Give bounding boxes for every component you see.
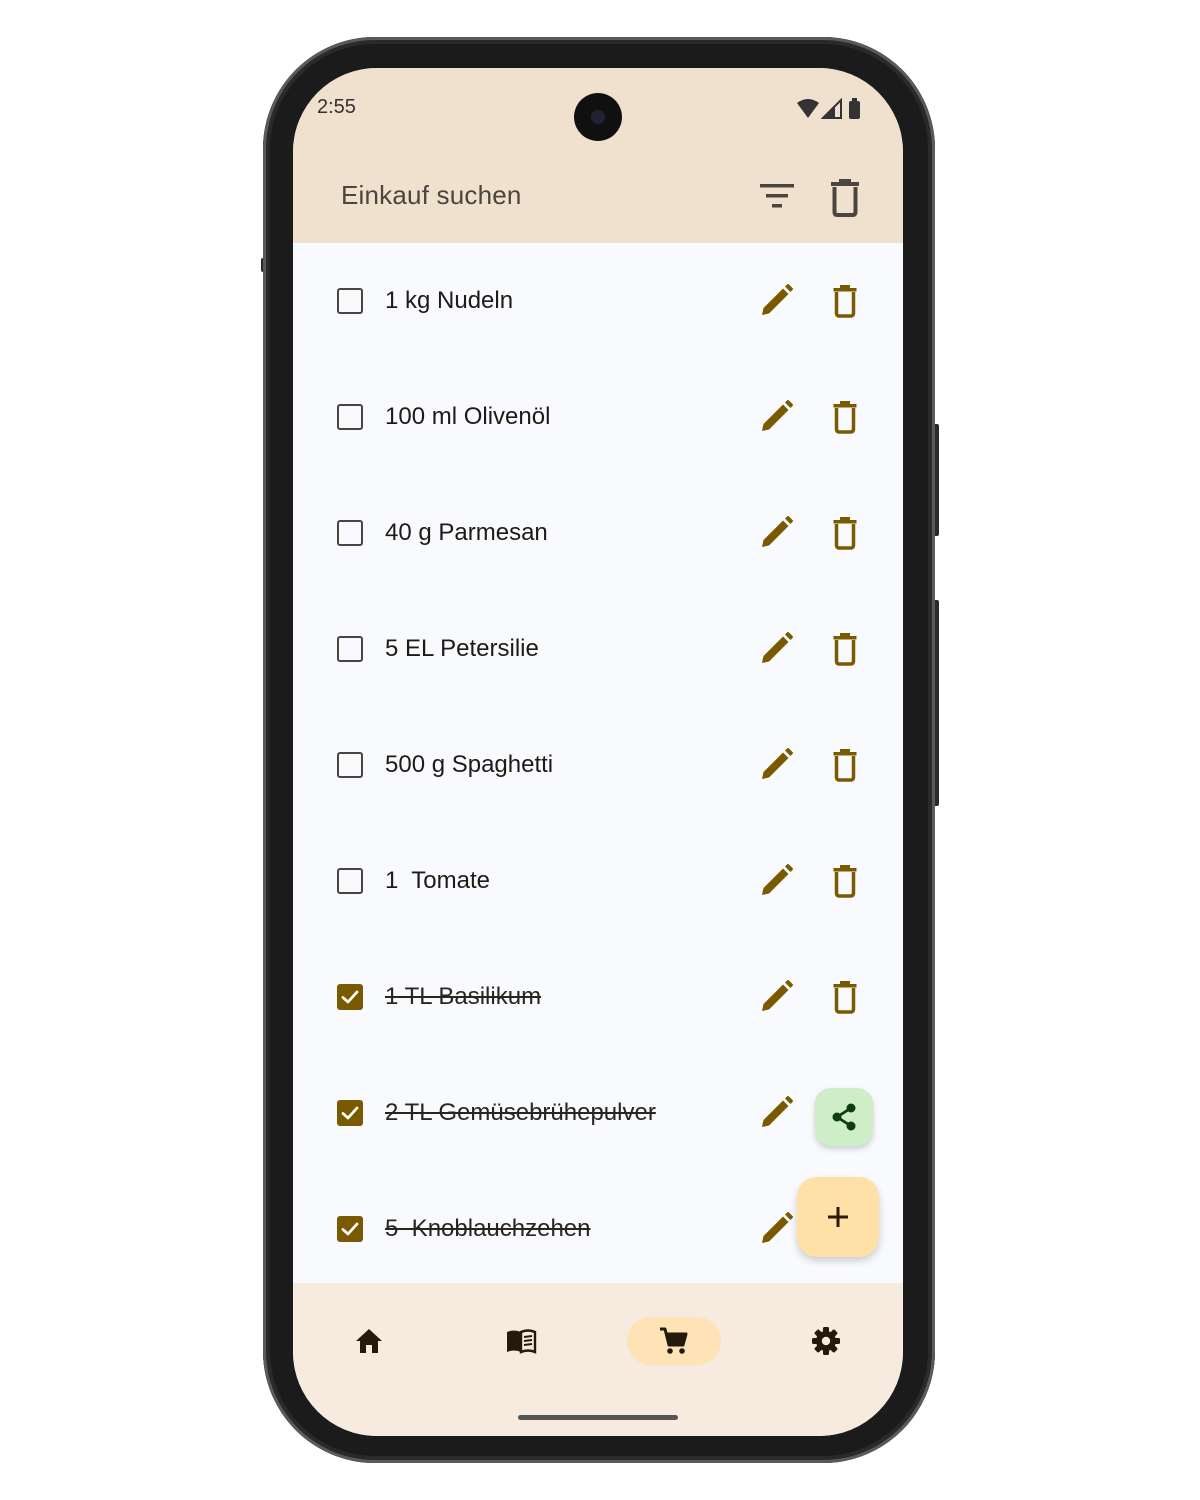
pencil-icon [762, 1212, 793, 1243]
list-item: 2 TL Gemüsebrühepulver [293, 1055, 903, 1171]
item-checkbox[interactable] [337, 868, 363, 894]
front-camera [574, 93, 622, 141]
bottom-navigation [293, 1283, 903, 1436]
pencil-icon [762, 516, 793, 547]
add-item-button[interactable] [797, 1177, 879, 1257]
pencil-icon [762, 284, 793, 315]
book-icon [507, 1329, 537, 1354]
delete-button[interactable] [825, 745, 865, 785]
edit-button[interactable] [756, 977, 796, 1017]
trash-icon [833, 401, 857, 434]
search-field[interactable]: Einkauf suchen [341, 180, 522, 211]
nav-settings[interactable] [779, 1317, 873, 1365]
list-item: 500 g Spaghetti [293, 707, 903, 823]
clear-list-button[interactable] [823, 175, 867, 219]
home-icon [356, 1329, 382, 1353]
battery-icon [849, 101, 860, 119]
item-checkbox[interactable] [337, 752, 363, 778]
edit-button[interactable] [756, 629, 796, 669]
delete-button[interactable] [825, 977, 865, 1017]
trash-icon [833, 749, 857, 782]
item-label: 1 TL Basilikum [385, 983, 542, 1010]
item-checkbox[interactable] [337, 984, 363, 1010]
pencil-icon [762, 400, 793, 431]
filter-icon [760, 184, 794, 208]
item-label: 2 TL Gemüsebrühepulver [385, 1099, 656, 1126]
edit-button[interactable] [756, 397, 796, 437]
status-time: 2:55 [317, 96, 356, 118]
trash-icon [833, 633, 857, 666]
status-icons [797, 98, 860, 119]
edit-button[interactable] [756, 1093, 796, 1133]
plus-icon [828, 1207, 848, 1227]
list-item: 5 EL Petersilie [293, 591, 903, 707]
item-checkbox[interactable] [337, 1100, 363, 1126]
item-label: 1 kg Nudeln [385, 287, 514, 314]
check-icon [341, 1222, 359, 1236]
item-label: 5 Knoblauchzehen [385, 1215, 591, 1242]
list-item: 1 TL Basilikum [293, 939, 903, 1055]
wifi-icon [797, 99, 819, 118]
trash-icon [833, 865, 857, 898]
list-item: 40 g Parmesan [293, 475, 903, 591]
item-label: 100 ml Olivenöl [385, 403, 551, 430]
pencil-icon [762, 980, 793, 1011]
shopping-list: 1 kg Nudeln 100 ml Olivenöl 40 g Parmesa… [293, 243, 903, 1283]
nav-shopping[interactable] [627, 1317, 721, 1365]
pencil-icon [762, 632, 793, 663]
delete-button[interactable] [825, 513, 865, 553]
filter-button[interactable] [755, 175, 799, 219]
list-item: 1 Tomate [293, 823, 903, 939]
item-checkbox[interactable] [337, 636, 363, 662]
list-item: 100 ml Olivenöl [293, 359, 903, 475]
nav-recipes[interactable] [474, 1317, 568, 1365]
item-checkbox[interactable] [337, 404, 363, 430]
cart-icon [660, 1327, 688, 1354]
delete-button[interactable] [825, 861, 865, 901]
home-indicator [518, 1415, 678, 1420]
edit-button[interactable] [756, 861, 796, 901]
item-label: 500 g Spaghetti [385, 751, 554, 778]
delete-button[interactable] [825, 281, 865, 321]
edit-button[interactable] [756, 1209, 796, 1249]
share-icon [832, 1103, 856, 1131]
top-app-bar: 2:55 Einkauf suchen [293, 68, 903, 243]
pencil-icon [762, 864, 793, 895]
item-label: 5 EL Petersilie [385, 635, 539, 662]
delete-button[interactable] [825, 397, 865, 437]
gear-icon [812, 1327, 840, 1355]
trash-icon [833, 285, 857, 318]
edit-button[interactable] [756, 745, 796, 785]
item-checkbox[interactable] [337, 1216, 363, 1242]
nav-home[interactable] [322, 1317, 416, 1365]
item-label: 40 g Parmesan [385, 519, 548, 546]
edit-button[interactable] [756, 513, 796, 553]
pencil-icon [762, 1096, 793, 1127]
item-checkbox[interactable] [337, 288, 363, 314]
item-checkbox[interactable] [337, 520, 363, 546]
pencil-icon [762, 748, 793, 779]
check-icon [341, 1106, 359, 1120]
trash-icon [831, 179, 859, 217]
screen: 2:55 Einkauf suchen 1 kg Nudeln 100 ml O… [293, 68, 903, 1436]
share-button[interactable] [815, 1088, 873, 1146]
check-icon [341, 990, 359, 1004]
list-item: 1 kg Nudeln [293, 243, 903, 359]
edit-button[interactable] [756, 281, 796, 321]
trash-icon [833, 981, 857, 1014]
trash-icon [833, 517, 857, 550]
delete-button[interactable] [825, 629, 865, 669]
item-label: 1 Tomate [385, 867, 490, 894]
